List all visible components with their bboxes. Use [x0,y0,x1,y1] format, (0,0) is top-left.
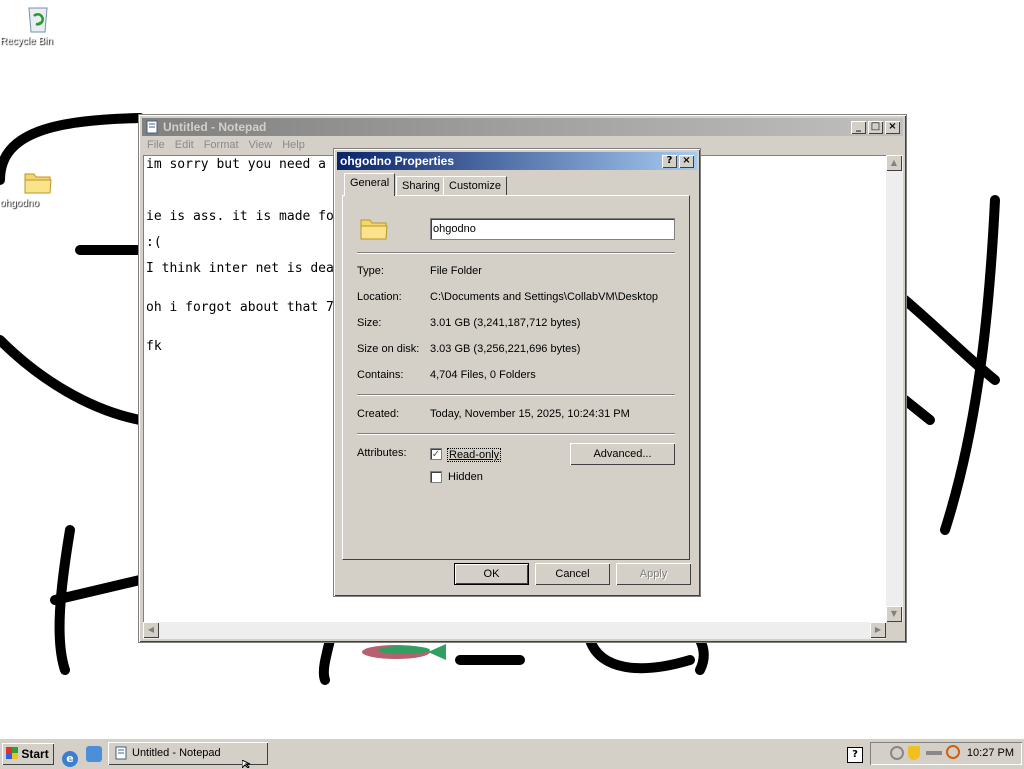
text-line: oh i forgot about that 7 [146,300,334,315]
scroll-left-button[interactable]: ◀ [143,622,159,638]
security-shield-icon[interactable] [908,746,920,760]
advanced-button[interactable]: Advanced... [570,443,675,465]
text-line: :( [146,235,162,250]
recycle-bin-icon [28,7,48,33]
properties-dialog: ohgodno Properties ? × General Sharing C… [333,148,701,597]
scroll-right-button[interactable]: ▶ [870,622,886,638]
contains-value: 4,704 Files, 0 Folders [430,369,536,381]
tab-customize[interactable]: Customize [443,176,507,196]
horizontal-scrollbar[interactable]: ◀ ▶ [143,622,886,639]
dialog-titlebar[interactable]: ohgodno Properties ? × [337,152,697,170]
desktop-icon-label: Recycle Bin [0,36,53,47]
menu-help[interactable]: Help [278,137,311,155]
type-label: Type: [357,265,384,277]
scroll-up-button[interactable]: ▲ [886,155,902,171]
text-line: fk [146,339,162,354]
fish-image [362,644,446,660]
text-line: ie is ass. it is made fo [146,209,334,224]
close-button[interactable]: × [679,155,694,168]
hidden-checkbox[interactable] [430,471,442,483]
system-tray: 10:27 PM [870,742,1022,765]
text-line: im sorry but you need a [146,157,327,172]
volume-icon[interactable] [926,751,942,755]
size-on-disk-value: 3.03 GB (3,256,221,696 bytes) [430,343,581,355]
desktop-icon-recycle-bin[interactable]: Recycle Bin [0,2,76,47]
windows-logo-icon [6,747,18,759]
size-value: 3.01 GB (3,241,187,712 bytes) [430,317,581,329]
scroll-down-button[interactable]: ▼ [886,606,902,622]
menu-view[interactable]: View [245,137,279,155]
help-button[interactable]: ? [662,155,677,168]
maximize-button[interactable]: □ [868,121,883,134]
network-icon[interactable] [890,746,904,760]
start-button[interactable]: Start [2,743,54,765]
folder-icon [360,219,388,240]
vertical-scrollbar[interactable]: ▲ ▼ [886,155,903,622]
text-line: I think inter net is dea [146,261,334,276]
created-value: Today, November 15, 2025, 10:24:31 PM [430,408,630,420]
ok-button[interactable]: OK [454,563,529,585]
contains-label: Contains: [357,369,404,381]
apply-button[interactable]: Apply [616,563,691,585]
desktop-icon-label: ohgodno [0,198,39,209]
cancel-button[interactable]: Cancel [535,563,610,585]
type-value: File Folder [430,265,482,277]
separator [357,252,675,254]
help-tray-icon[interactable]: ? [847,747,863,763]
clock[interactable]: 10:27 PM [967,742,1014,765]
notepad-titlebar[interactable]: Untitled - Notepad _ □ × [142,118,903,136]
tab-sharing[interactable]: Sharing [396,176,446,196]
readonly-checkbox[interactable]: ✓ [430,448,442,460]
menu-edit[interactable]: Edit [171,137,200,155]
folder-name-input[interactable] [430,218,675,240]
minimize-button[interactable]: _ [851,121,866,134]
taskbar-item-label: Untitled - Notepad [132,747,221,759]
separator [357,433,675,435]
desktop-icon-ohgodno[interactable]: ohgodno [0,168,76,209]
menu-format[interactable]: Format [200,137,245,155]
dialog-title: ohgodno Properties [340,154,454,168]
size-on-disk-label: Size on disk: [357,343,420,355]
notepad-title: Untitled - Notepad [163,120,267,134]
tab-general[interactable]: General [344,173,396,196]
menu-file[interactable]: File [143,137,171,155]
start-label: Start [21,747,49,761]
notepad-icon [115,746,127,760]
folder-icon [24,173,52,194]
readonly-label[interactable]: Read-only [447,448,502,462]
general-tab-panel: Type: File Folder Location: C:\Documents… [342,195,690,560]
outlook-express-icon[interactable] [85,746,102,762]
created-label: Created: [357,408,400,420]
notepad-menubar: File Edit Format View Help [143,137,311,155]
location-label: Location: [357,291,402,303]
location-value: C:\Documents and Settings\CollabVM\Deskt… [430,291,659,303]
quick-launch: e [62,746,102,767]
mouse-cursor [242,760,251,768]
search-icon[interactable] [946,745,960,759]
internet-explorer-icon[interactable]: e [62,751,78,767]
size-label: Size: [357,317,382,329]
notepad-icon [146,120,158,134]
close-button[interactable]: × [885,121,900,134]
taskbar: Start e Untitled - Notepad ? 10:27 PM [0,738,1024,769]
separator [357,394,675,396]
attributes-label: Attributes: [357,447,407,459]
hidden-label[interactable]: Hidden [448,471,483,483]
